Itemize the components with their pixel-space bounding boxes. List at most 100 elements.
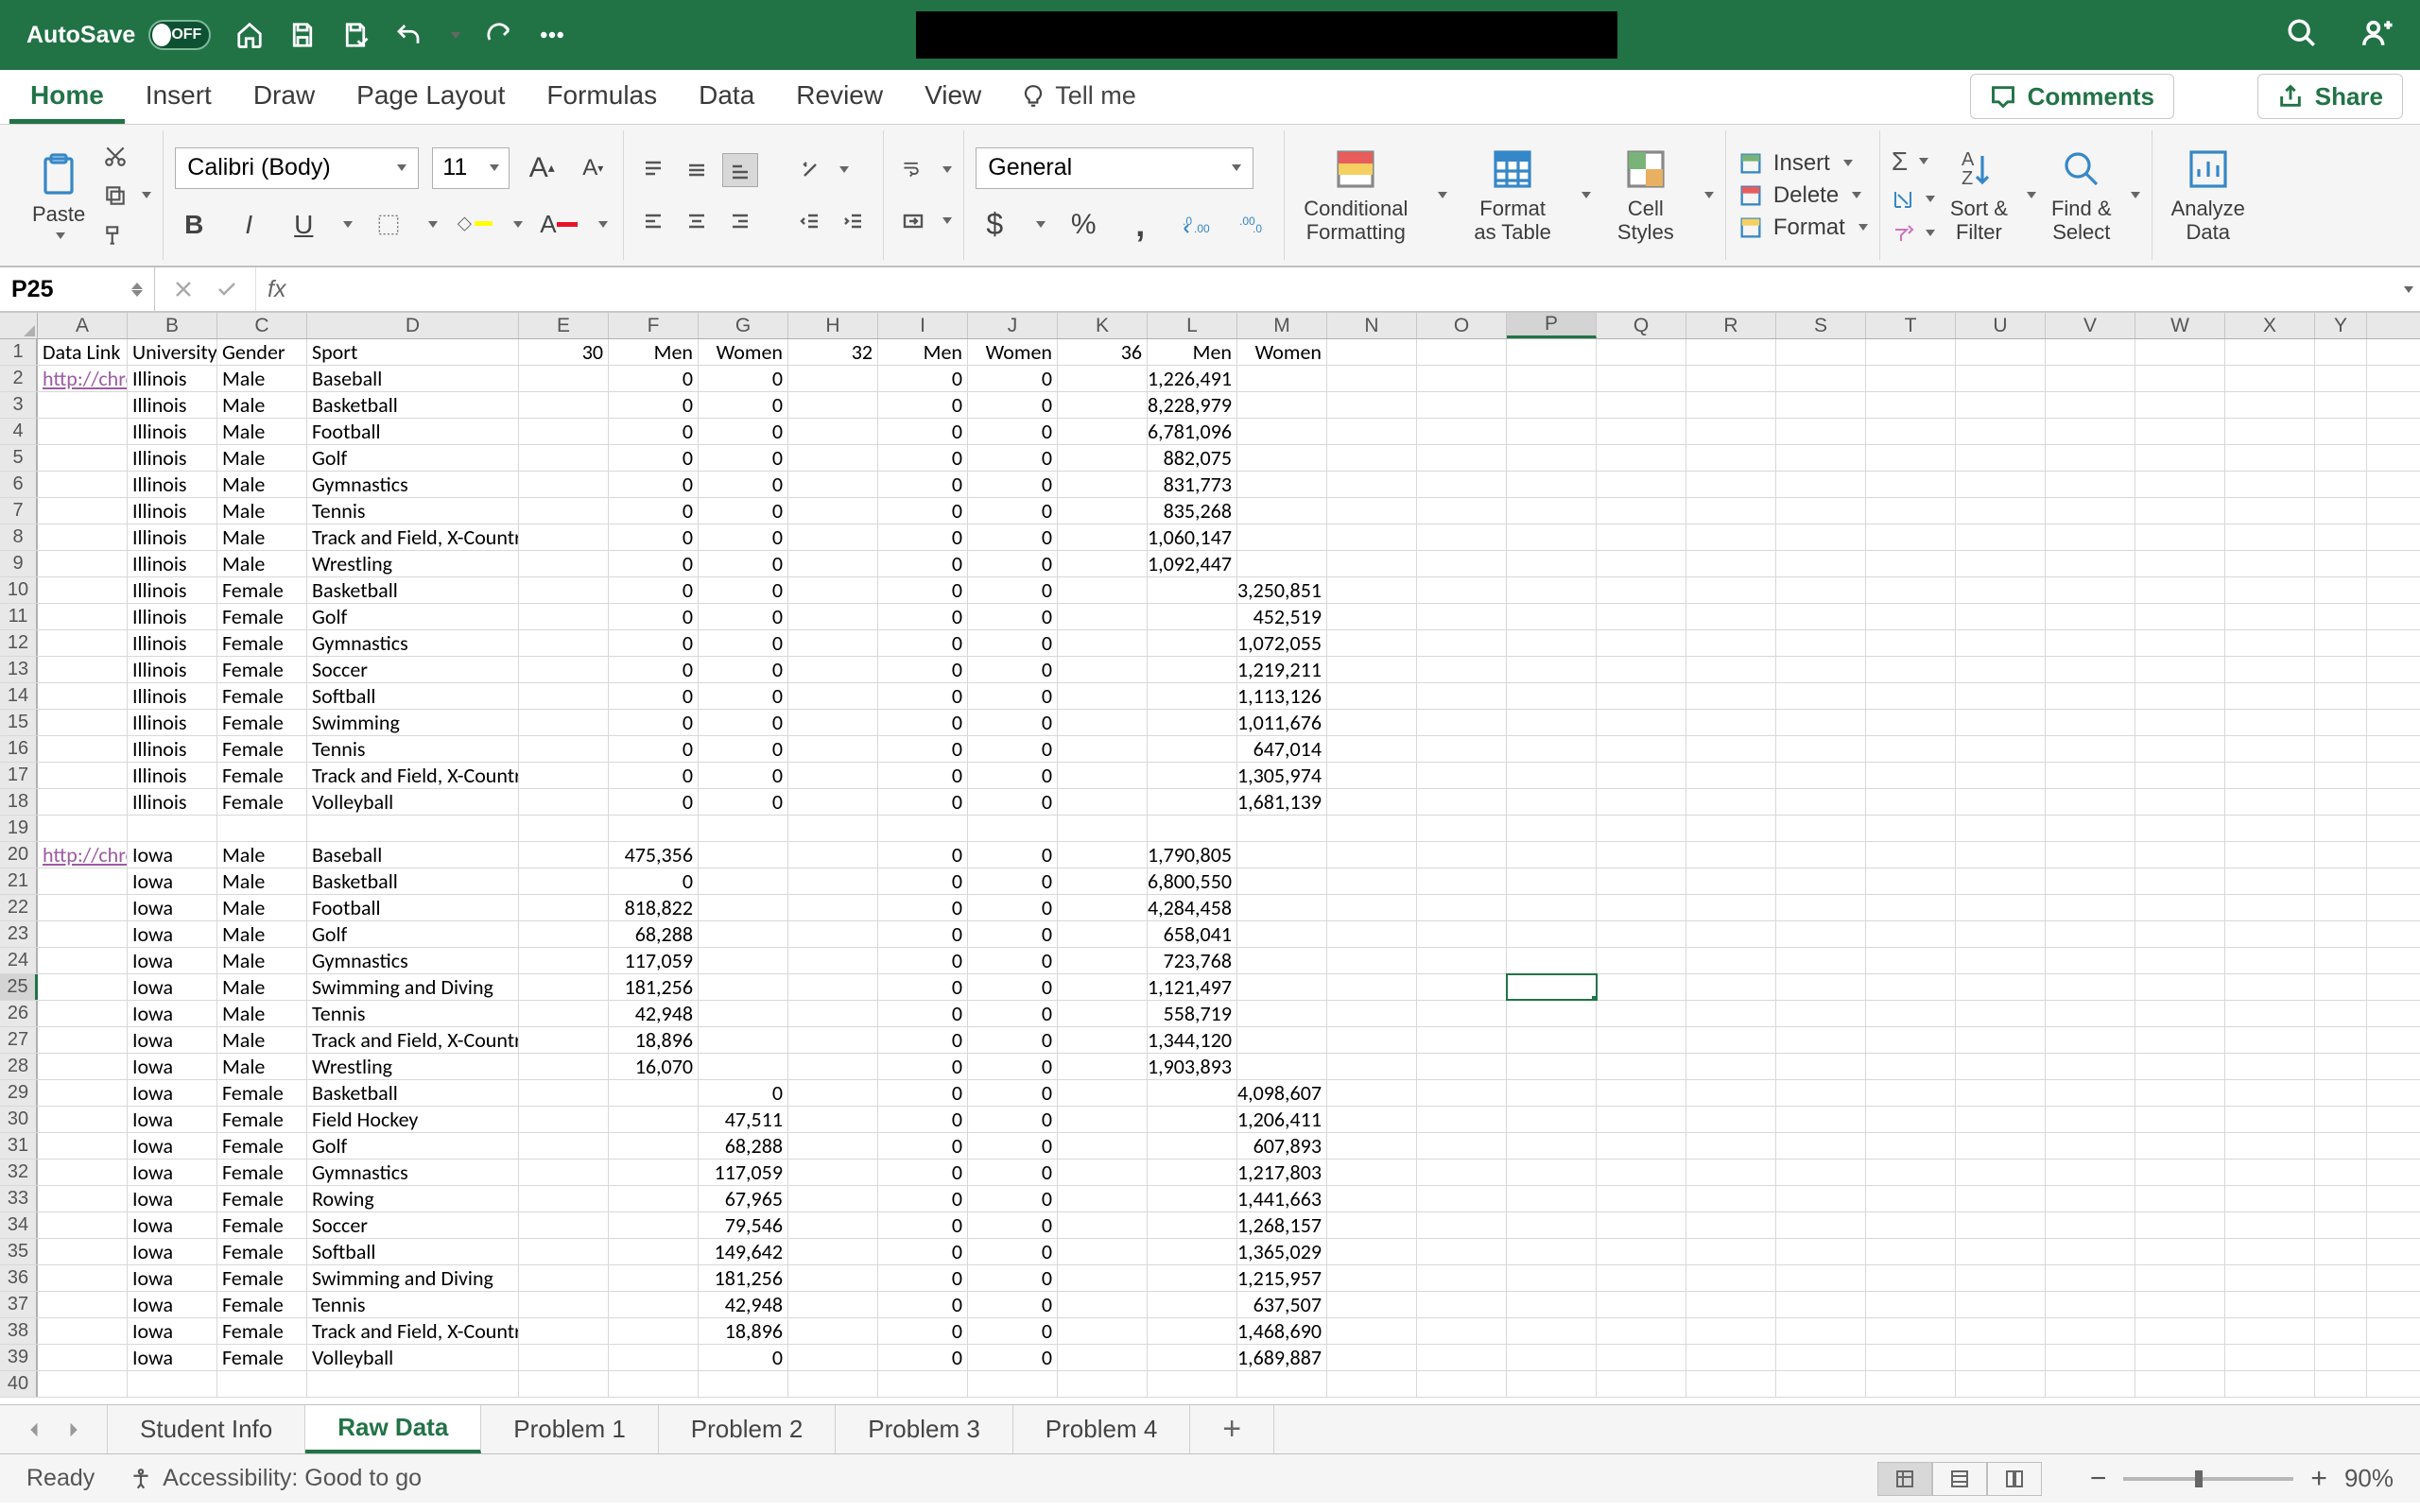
cell[interactable]: [1776, 1212, 1866, 1238]
cell[interactable]: [1327, 948, 1417, 973]
cell[interactable]: [2315, 710, 2367, 735]
row-header[interactable]: 26: [0, 1001, 38, 1026]
cell[interactable]: [519, 1212, 609, 1238]
cell[interactable]: [1776, 683, 1866, 709]
cell[interactable]: [38, 1371, 128, 1397]
cell[interactable]: [2135, 1292, 2225, 1317]
cell[interactable]: 0: [699, 392, 788, 418]
cell[interactable]: [699, 974, 788, 1000]
cell[interactable]: [1686, 710, 1776, 735]
cell[interactable]: 0: [609, 710, 699, 735]
cell[interactable]: [519, 683, 609, 709]
cell[interactable]: [1417, 339, 1507, 365]
cell[interactable]: Iowa: [128, 1345, 217, 1370]
cell[interactable]: Female: [217, 1186, 307, 1211]
cell[interactable]: [1058, 895, 1148, 920]
cell[interactable]: [2135, 1160, 2225, 1185]
cell[interactable]: [519, 445, 609, 471]
cell[interactable]: [1507, 366, 1597, 391]
cell[interactable]: [519, 1054, 609, 1079]
cell[interactable]: [1507, 524, 1597, 550]
cell[interactable]: [1148, 1107, 1237, 1132]
cell[interactable]: 1,219,211: [1237, 657, 1327, 682]
cell[interactable]: 0: [968, 948, 1058, 973]
cell[interactable]: [2315, 577, 2367, 603]
cell[interactable]: [38, 498, 128, 524]
cell[interactable]: [2046, 445, 2135, 471]
cell[interactable]: [1866, 472, 1956, 497]
cell[interactable]: [1776, 1186, 1866, 1211]
cell[interactable]: [2225, 948, 2315, 973]
cell[interactable]: [788, 392, 878, 418]
cell[interactable]: [2046, 948, 2135, 973]
cell[interactable]: [1058, 657, 1148, 682]
cell[interactable]: [699, 921, 788, 947]
cell[interactable]: [1956, 630, 2046, 656]
cell[interactable]: [519, 524, 609, 550]
cell[interactable]: Wrestling: [307, 1054, 519, 1079]
cell[interactable]: [609, 1107, 699, 1132]
cell[interactable]: Swimming and Diving: [307, 974, 519, 1000]
cell[interactable]: [1507, 1054, 1597, 1079]
cell[interactable]: [2225, 1239, 2315, 1264]
cell[interactable]: [1866, 366, 1956, 391]
cell[interactable]: 0: [968, 445, 1058, 471]
cell[interactable]: [1417, 1133, 1507, 1159]
row-header[interactable]: 13: [0, 657, 38, 682]
cell[interactable]: [1597, 789, 1686, 815]
cell[interactable]: Male: [217, 445, 307, 471]
cell[interactable]: [1327, 551, 1417, 576]
cell[interactable]: Iowa: [128, 868, 217, 894]
cell[interactable]: [788, 816, 878, 841]
cell[interactable]: [1327, 789, 1417, 815]
cell[interactable]: [1866, 710, 1956, 735]
cell[interactable]: [1776, 1001, 1866, 1026]
cell[interactable]: [1148, 1318, 1237, 1344]
cell[interactable]: [1597, 366, 1686, 391]
cell[interactable]: [2315, 842, 2367, 868]
row-header[interactable]: 34: [0, 1212, 38, 1238]
col-header-R[interactable]: R: [1686, 313, 1776, 338]
cell[interactable]: [2135, 339, 2225, 365]
cell[interactable]: [788, 1054, 878, 1079]
cell[interactable]: Male: [217, 524, 307, 550]
cell[interactable]: [1866, 921, 1956, 947]
cell[interactable]: [2135, 657, 2225, 682]
cell[interactable]: [2135, 1054, 2225, 1079]
col-header-J[interactable]: J: [968, 313, 1058, 338]
cell[interactable]: [1866, 1239, 1956, 1264]
cell[interactable]: Data Link: [38, 339, 128, 365]
cell[interactable]: [699, 1371, 788, 1397]
cell[interactable]: [1327, 472, 1417, 497]
cell[interactable]: 882,075: [1148, 445, 1237, 471]
cell[interactable]: Female: [217, 604, 307, 629]
row-header[interactable]: 40: [0, 1371, 38, 1397]
col-header-H[interactable]: H: [788, 313, 878, 338]
cell[interactable]: [1148, 816, 1237, 841]
cell[interactable]: Male: [217, 921, 307, 947]
cell[interactable]: [1956, 1212, 2046, 1238]
cell[interactable]: [1237, 524, 1327, 550]
tab-data[interactable]: Data: [678, 80, 775, 124]
cell[interactable]: Male: [217, 472, 307, 497]
row-header[interactable]: 14: [0, 683, 38, 709]
cell[interactable]: [1327, 339, 1417, 365]
row-header[interactable]: 29: [0, 1080, 38, 1106]
cell[interactable]: [2046, 1292, 2135, 1317]
cell[interactable]: Gymnastics: [307, 948, 519, 973]
cell[interactable]: 0: [609, 630, 699, 656]
cell[interactable]: 1,305,974: [1237, 763, 1327, 788]
cell[interactable]: [1776, 1107, 1866, 1132]
cell[interactable]: [1507, 868, 1597, 894]
cell[interactable]: [1327, 498, 1417, 524]
cell[interactable]: 0: [699, 657, 788, 682]
cell[interactable]: [1058, 974, 1148, 1000]
cell[interactable]: [1597, 1318, 1686, 1344]
cell[interactable]: Female: [217, 1318, 307, 1344]
cell[interactable]: [1686, 472, 1776, 497]
analyze-data-button[interactable]: Analyze Data: [2164, 143, 2253, 247]
cell[interactable]: 0: [699, 366, 788, 391]
cell[interactable]: [2046, 1318, 2135, 1344]
cell[interactable]: [1058, 392, 1148, 418]
sheet-next-icon[interactable]: [63, 1420, 82, 1439]
